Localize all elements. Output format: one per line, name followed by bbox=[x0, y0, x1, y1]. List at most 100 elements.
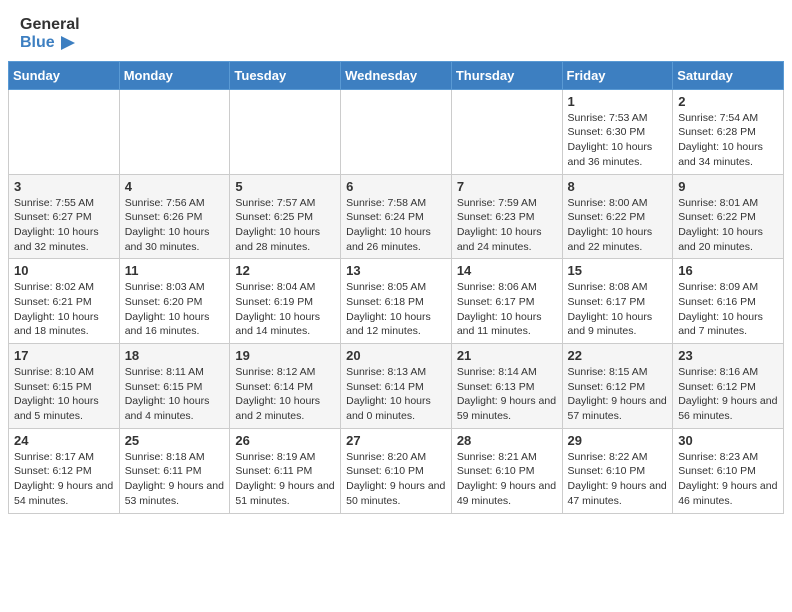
day-info: Sunrise: 8:16 AMSunset: 6:12 PMDaylight:… bbox=[678, 365, 778, 424]
day-info: Sunrise: 8:08 AMSunset: 6:17 PMDaylight:… bbox=[568, 280, 668, 339]
day-info: Sunrise: 8:13 AMSunset: 6:14 PMDaylight:… bbox=[346, 365, 446, 424]
calendar-cell: 19Sunrise: 8:12 AMSunset: 6:14 PMDayligh… bbox=[230, 344, 341, 429]
day-info: Sunrise: 8:11 AMSunset: 6:15 PMDaylight:… bbox=[125, 365, 225, 424]
day-info: Sunrise: 7:56 AMSunset: 6:26 PMDaylight:… bbox=[125, 196, 225, 255]
calendar-cell: 11 Sunrise: 8:03 AMSunset: 6:20 PMDayligh… bbox=[119, 259, 230, 344]
day-number: 16 bbox=[678, 263, 778, 278]
day-number: 13 bbox=[346, 263, 446, 278]
day-number: 11 bbox=[125, 263, 225, 278]
calendar-cell: 16 Sunrise: 8:09 AMSunset: 6:16 PMDayligh… bbox=[673, 259, 784, 344]
page-header: General Blue bbox=[0, 0, 792, 61]
calendar-cell: 23 Sunrise: 8:16 AMSunset: 6:12 PMDayligh… bbox=[673, 344, 784, 429]
day-info: Sunrise: 7:55 AMSunset: 6:27 PMDaylight:… bbox=[14, 196, 114, 255]
day-info: Sunrise: 8:23 AMSunset: 6:10 PMDaylight:… bbox=[678, 450, 778, 509]
day-info: Sunrise: 7:57 AMSunset: 6:25 PMDaylight:… bbox=[235, 196, 335, 255]
calendar-cell: 1 Sunrise: 7:53 AMSunset: 6:30 PMDaylight… bbox=[562, 89, 673, 174]
day-info: Sunrise: 8:15 AMSunset: 6:12 PMDaylight:… bbox=[568, 365, 668, 424]
day-number: 12 bbox=[235, 263, 335, 278]
calendar-table: SundayMondayTuesdayWednesdayThursdayFrid… bbox=[8, 61, 784, 514]
day-info: Sunrise: 8:10 AMSunset: 6:15 PMDaylight:… bbox=[14, 365, 114, 424]
calendar-week-row: 1 Sunrise: 7:53 AMSunset: 6:30 PMDaylight… bbox=[9, 89, 784, 174]
day-info: Sunrise: 8:03 AMSunset: 6:20 PMDaylight:… bbox=[125, 280, 225, 339]
day-info: Sunrise: 8:22 AMSunset: 6:10 PMDaylight:… bbox=[568, 450, 668, 509]
calendar-cell: 7 Sunrise: 7:59 AMSunset: 6:23 PMDaylight… bbox=[451, 174, 562, 259]
weekday-header-sunday: Sunday bbox=[9, 61, 120, 89]
calendar-cell bbox=[119, 89, 230, 174]
day-info: Sunrise: 8:04 AMSunset: 6:19 PMDaylight:… bbox=[235, 280, 335, 339]
calendar-cell: 15 Sunrise: 8:08 AMSunset: 6:17 PMDayligh… bbox=[562, 259, 673, 344]
day-number: 7 bbox=[457, 179, 557, 194]
calendar-cell: 30 Sunrise: 8:23 AMSunset: 6:10 PMDayligh… bbox=[673, 428, 784, 513]
calendar-cell: 8 Sunrise: 8:00 AMSunset: 6:22 PMDaylight… bbox=[562, 174, 673, 259]
calendar-week-row: 3 Sunrise: 7:55 AMSunset: 6:27 PMDaylight… bbox=[9, 174, 784, 259]
calendar-cell: 14Sunrise: 8:06 AMSunset: 6:17 PMDayligh… bbox=[451, 259, 562, 344]
day-info: Sunrise: 7:59 AMSunset: 6:23 PMDaylight:… bbox=[457, 196, 557, 255]
day-number: 24 bbox=[14, 433, 114, 448]
day-info: Sunrise: 8:02 AMSunset: 6:21 PMDaylight:… bbox=[14, 280, 114, 339]
calendar-cell: 13 Sunrise: 8:05 AMSunset: 6:18 PMDayligh… bbox=[341, 259, 452, 344]
calendar-cell: 22 Sunrise: 8:15 AMSunset: 6:12 PMDayligh… bbox=[562, 344, 673, 429]
day-number: 26 bbox=[235, 433, 335, 448]
calendar-header-row: SundayMondayTuesdayWednesdayThursdayFrid… bbox=[9, 61, 784, 89]
calendar-cell bbox=[341, 89, 452, 174]
day-number: 1 bbox=[568, 94, 668, 109]
calendar-cell: 3 Sunrise: 7:55 AMSunset: 6:27 PMDaylight… bbox=[9, 174, 120, 259]
day-info: Sunrise: 8:17 AMSunset: 6:12 PMDaylight:… bbox=[14, 450, 114, 509]
calendar-cell: 17Sunrise: 8:10 AMSunset: 6:15 PMDayligh… bbox=[9, 344, 120, 429]
day-info: Sunrise: 8:14 AMSunset: 6:13 PMDaylight:… bbox=[457, 365, 557, 424]
calendar-cell: 20 Sunrise: 8:13 AMSunset: 6:14 PMDayligh… bbox=[341, 344, 452, 429]
weekday-header-friday: Friday bbox=[562, 61, 673, 89]
weekday-header-saturday: Saturday bbox=[673, 61, 784, 89]
day-info: Sunrise: 8:00 AMSunset: 6:22 PMDaylight:… bbox=[568, 196, 668, 255]
day-number: 19 bbox=[235, 348, 335, 363]
calendar-cell: 12 Sunrise: 8:04 AMSunset: 6:19 PMDayligh… bbox=[230, 259, 341, 344]
day-number: 15 bbox=[568, 263, 668, 278]
calendar-wrapper: SundayMondayTuesdayWednesdayThursdayFrid… bbox=[0, 61, 792, 522]
day-number: 18 bbox=[125, 348, 225, 363]
day-info: Sunrise: 8:01 AMSunset: 6:22 PMDaylight:… bbox=[678, 196, 778, 255]
day-number: 3 bbox=[14, 179, 114, 194]
calendar-week-row: 10 Sunrise: 8:02 AMSunset: 6:21 PMDayligh… bbox=[9, 259, 784, 344]
calendar-cell bbox=[9, 89, 120, 174]
logo: General Blue bbox=[20, 16, 80, 53]
day-info: Sunrise: 8:19 AMSunset: 6:11 PMDaylight:… bbox=[235, 450, 335, 509]
weekday-header-wednesday: Wednesday bbox=[341, 61, 452, 89]
calendar-cell: 26 Sunrise: 8:19 AMSunset: 6:11 PMDayligh… bbox=[230, 428, 341, 513]
calendar-cell: 18 Sunrise: 8:11 AMSunset: 6:15 PMDayligh… bbox=[119, 344, 230, 429]
day-number: 6 bbox=[346, 179, 446, 194]
day-number: 23 bbox=[678, 348, 778, 363]
calendar-cell: 28 Sunrise: 8:21 AMSunset: 6:10 PMDayligh… bbox=[451, 428, 562, 513]
day-number: 8 bbox=[568, 179, 668, 194]
day-info: Sunrise: 8:05 AMSunset: 6:18 PMDaylight:… bbox=[346, 280, 446, 339]
logo-general: General bbox=[20, 16, 80, 33]
day-info: Sunrise: 8:09 AMSunset: 6:16 PMDaylight:… bbox=[678, 280, 778, 339]
day-number: 2 bbox=[678, 94, 778, 109]
day-number: 27 bbox=[346, 433, 446, 448]
day-info: Sunrise: 7:58 AMSunset: 6:24 PMDaylight:… bbox=[346, 196, 446, 255]
calendar-week-row: 24 Sunrise: 8:17 AMSunset: 6:12 PMDayligh… bbox=[9, 428, 784, 513]
day-number: 4 bbox=[125, 179, 225, 194]
day-info: Sunrise: 7:53 AMSunset: 6:30 PMDaylight:… bbox=[568, 111, 668, 170]
calendar-cell: 21 Sunrise: 8:14 AMSunset: 6:13 PMDayligh… bbox=[451, 344, 562, 429]
day-number: 30 bbox=[678, 433, 778, 448]
day-number: 28 bbox=[457, 433, 557, 448]
day-info: Sunrise: 8:18 AMSunset: 6:11 PMDaylight:… bbox=[125, 450, 225, 509]
calendar-cell: 25Sunrise: 8:18 AMSunset: 6:11 PMDayligh… bbox=[119, 428, 230, 513]
calendar-cell: 10 Sunrise: 8:02 AMSunset: 6:21 PMDayligh… bbox=[9, 259, 120, 344]
day-number: 10 bbox=[14, 263, 114, 278]
calendar-week-row: 17Sunrise: 8:10 AMSunset: 6:15 PMDayligh… bbox=[9, 344, 784, 429]
day-number: 21 bbox=[457, 348, 557, 363]
day-number: 22 bbox=[568, 348, 668, 363]
day-number: 20 bbox=[346, 348, 446, 363]
day-info: Sunrise: 8:21 AMSunset: 6:10 PMDaylight:… bbox=[457, 450, 557, 509]
calendar-cell: 2 Sunrise: 7:54 AMSunset: 6:28 PMDaylight… bbox=[673, 89, 784, 174]
calendar-cell: 4 Sunrise: 7:56 AMSunset: 6:26 PMDaylight… bbox=[119, 174, 230, 259]
day-number: 14 bbox=[457, 263, 557, 278]
calendar-cell: 29Sunrise: 8:22 AMSunset: 6:10 PMDayligh… bbox=[562, 428, 673, 513]
calendar-cell: 6 Sunrise: 7:58 AMSunset: 6:24 PMDaylight… bbox=[341, 174, 452, 259]
day-info: Sunrise: 7:54 AMSunset: 6:28 PMDaylight:… bbox=[678, 111, 778, 170]
calendar-cell: 27Sunrise: 8:20 AMSunset: 6:10 PMDayligh… bbox=[341, 428, 452, 513]
day-number: 5 bbox=[235, 179, 335, 194]
calendar-cell: 24 Sunrise: 8:17 AMSunset: 6:12 PMDayligh… bbox=[9, 428, 120, 513]
weekday-header-thursday: Thursday bbox=[451, 61, 562, 89]
